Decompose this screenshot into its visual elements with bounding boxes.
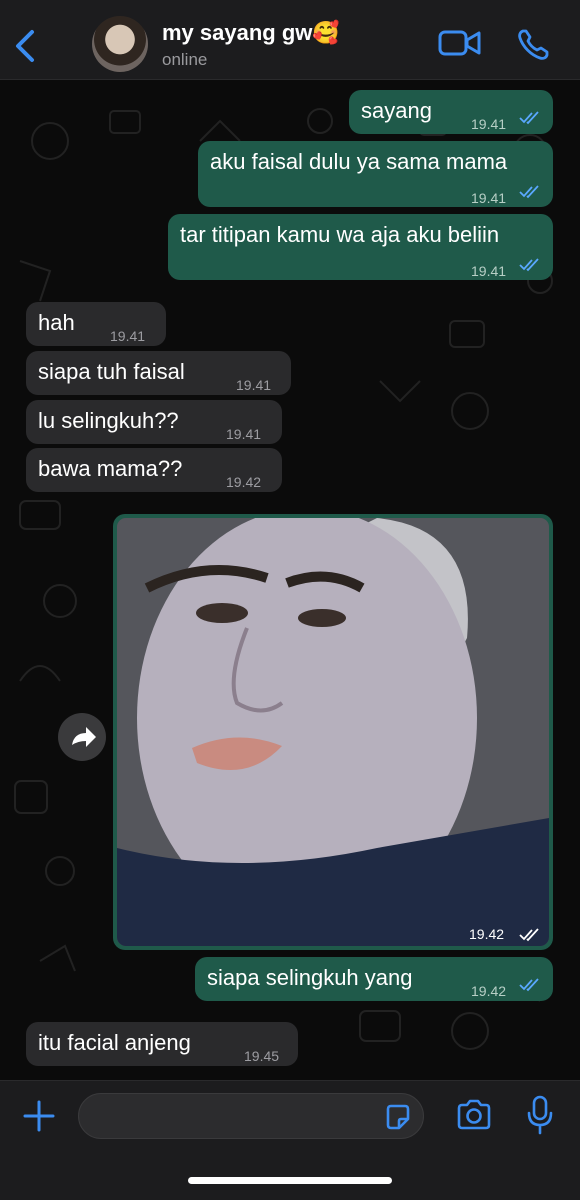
back-chevron-icon[interactable]: [10, 26, 40, 66]
contact-name[interactable]: my sayang gw🥰: [162, 20, 340, 46]
message-time: 19.41: [236, 377, 272, 393]
camera-icon[interactable]: [455, 1099, 493, 1131]
message-time: 19.41: [471, 190, 507, 206]
message-bubble-outgoing[interactable]: aku faisal dulu ya sama mama 19.41: [198, 141, 553, 207]
image-message[interactable]: 19.42: [113, 514, 553, 950]
message-bubble-incoming[interactable]: hah 19.41: [26, 302, 166, 346]
message-bubble-outgoing[interactable]: sayang 19.41: [349, 90, 553, 134]
read-receipt-icon: [519, 258, 539, 272]
contact-status: online: [162, 50, 208, 69]
home-indicator: [188, 1177, 392, 1184]
forward-button[interactable]: [58, 713, 106, 761]
photo-image[interactable]: 19.42: [117, 518, 549, 946]
message-time: 19.41: [110, 328, 146, 344]
message-time: 19.42: [226, 474, 262, 490]
message-time: 19.42: [471, 983, 507, 999]
forward-arrow-icon: [72, 727, 96, 747]
read-receipt-icon: [519, 978, 539, 992]
video-call-icon[interactable]: [438, 28, 482, 58]
message-time: 19.41: [471, 116, 507, 132]
message-text: hah: [38, 310, 75, 335]
message-bubble-incoming[interactable]: lu selingkuh?? 19.41: [26, 400, 282, 444]
message-text: sayang: [361, 98, 432, 123]
message-input[interactable]: [78, 1093, 424, 1139]
message-text: siapa selingkuh yang: [207, 965, 413, 990]
message-text: itu facial anjeng: [38, 1030, 191, 1055]
message-bubble-outgoing[interactable]: tar titipan kamu wa aja aku beliin 19.41: [168, 214, 553, 280]
plus-icon[interactable]: [22, 1099, 56, 1133]
message-time: 19.41: [471, 263, 507, 279]
message-text: bawa mama??: [38, 456, 183, 481]
message-text: aku faisal dulu ya sama mama: [210, 149, 508, 174]
sticker-icon[interactable]: [384, 1103, 412, 1131]
message-text: lu selingkuh??: [38, 408, 179, 433]
message-time: 19.42: [469, 926, 505, 942]
chat-header: my sayang gw🥰 online: [0, 0, 580, 80]
chat-area[interactable]: sayang 19.41 aku faisal dulu ya sama mam…: [0, 81, 580, 1080]
message-text: tar titipan kamu wa aja aku beliin: [180, 222, 500, 247]
avatar[interactable]: [92, 16, 148, 72]
message-text: siapa tuh faisal: [38, 359, 185, 384]
read-receipt-icon: [519, 185, 539, 199]
phone-icon[interactable]: [516, 28, 550, 62]
photo-icon: [117, 518, 549, 946]
message-bubble-outgoing[interactable]: siapa selingkuh yang 19.42: [195, 957, 553, 1001]
message-bubble-incoming[interactable]: bawa mama?? 19.42: [26, 448, 282, 492]
message-time: 19.41: [226, 426, 262, 442]
message-bubble-incoming[interactable]: siapa tuh faisal 19.41: [26, 351, 291, 395]
microphone-icon[interactable]: [526, 1095, 554, 1135]
message-time: 19.45: [244, 1048, 280, 1064]
read-receipt-icon: [519, 928, 539, 942]
message-bubble-incoming[interactable]: itu facial anjeng 19.45: [26, 1022, 298, 1066]
read-receipt-icon: [519, 111, 539, 125]
